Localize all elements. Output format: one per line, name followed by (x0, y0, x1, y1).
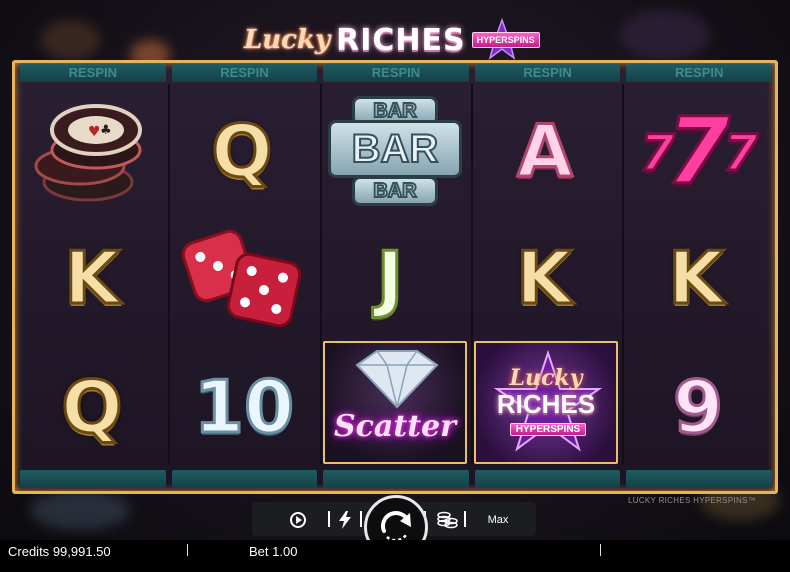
credits-value: 99,991.50 (52, 544, 111, 559)
bar-label-bottom: BAR (352, 176, 438, 206)
respin-row: RESPIN RESPIN RESPIN RESPIN RESPIN (20, 64, 772, 82)
max-bet-button[interactable]: Max (478, 511, 518, 529)
reel-footer-cell (171, 470, 318, 488)
reel-footer-cell (626, 470, 772, 488)
bar-symbol: BAR BAR BAR (326, 96, 466, 206)
seven-label: 7 (664, 96, 731, 206)
dice-symbol (176, 222, 306, 332)
reel-divider (471, 84, 473, 464)
scatter-symbol: Scatter (323, 341, 467, 464)
credits-display: Credits 99,991.50 (8, 544, 111, 559)
status-divider (187, 544, 188, 556)
control-divider (328, 511, 330, 527)
bet-coins-button[interactable] (436, 509, 458, 529)
game-title-footer: LUCKY RICHES HYPERSPINS™ (628, 496, 756, 505)
wild-hyperspins-badge: HYPERSPINS (510, 423, 586, 436)
scatter-label: Scatter (334, 409, 456, 444)
symbol-a: A (516, 108, 575, 195)
respin-button-reel-4[interactable]: RESPIN (474, 64, 621, 82)
autoplay-button[interactable] (288, 510, 308, 530)
casino-chips-symbol: ♥ ♣ (28, 92, 158, 212)
bar-label-main: BAR (328, 120, 462, 178)
bet-label: Bet (249, 544, 269, 559)
status-divider (600, 544, 601, 556)
game-logo: Lucky RICHES HYPERSPINS (244, 18, 554, 62)
diamond-icon (355, 350, 439, 409)
autoplay-icon (290, 512, 306, 528)
wild-lucky-label: Lucky (509, 365, 583, 391)
symbol-k-reel-1: K (63, 235, 122, 322)
symbol-seven: 7 7 7 (630, 96, 766, 206)
control-divider (464, 511, 466, 527)
logo-star-icon: HYPERSPINS (471, 18, 540, 62)
symbol-j: J (375, 235, 405, 322)
seven-icon: 7 (722, 123, 760, 184)
bet-value: 1.00 (272, 544, 298, 559)
svg-text:♣: ♣ (100, 123, 112, 138)
symbol-q-reel-2: Q (210, 108, 274, 195)
respin-button-reel-1[interactable]: RESPIN (20, 64, 166, 82)
dice-icon (181, 229, 302, 328)
symbol-k-reel-4: K (515, 235, 574, 322)
reel-divider (622, 84, 624, 464)
seven-icon: 7 (639, 123, 677, 184)
symbol-ten: 10 (192, 364, 295, 451)
credits-label: Credits (8, 544, 50, 559)
symbol-nine: 9 (671, 364, 724, 451)
reel-bottom-row (20, 470, 772, 488)
respin-button-reel-2[interactable]: RESPIN (171, 64, 318, 82)
turbo-button[interactable] (336, 510, 354, 530)
respin-button-reel-5[interactable]: RESPIN (626, 64, 772, 82)
logo-riches: RICHES (336, 22, 466, 58)
casino-chips-icon: ♥ ♣ (34, 104, 142, 202)
wild-riches-label: RICHES (496, 389, 596, 419)
reel-divider (320, 84, 322, 464)
reel-footer-cell (474, 470, 621, 488)
reel-footer-cell (20, 470, 166, 488)
reel-footer-cell (323, 470, 469, 488)
symbol-q-reel-1: Q (60, 364, 124, 451)
logo-hyperspins-badge: HYPERSPINS (471, 32, 540, 48)
respin-button-reel-3[interactable]: RESPIN (323, 64, 469, 82)
reel-divider (168, 84, 170, 464)
symbol-k-reel-5: K (667, 235, 726, 322)
control-divider (360, 511, 362, 527)
coin-stack-icon (437, 511, 458, 529)
logo-lucky: Lucky (244, 25, 331, 55)
lightning-icon (339, 511, 351, 529)
bet-display: Bet 1.00 (249, 544, 297, 559)
svg-text:♥: ♥ (88, 124, 101, 140)
lucky-riches-wild-symbol: Lucky RICHES HYPERSPINS (474, 341, 618, 464)
status-bar: Credits 99,991.50 Bet 1.00 (0, 540, 790, 572)
